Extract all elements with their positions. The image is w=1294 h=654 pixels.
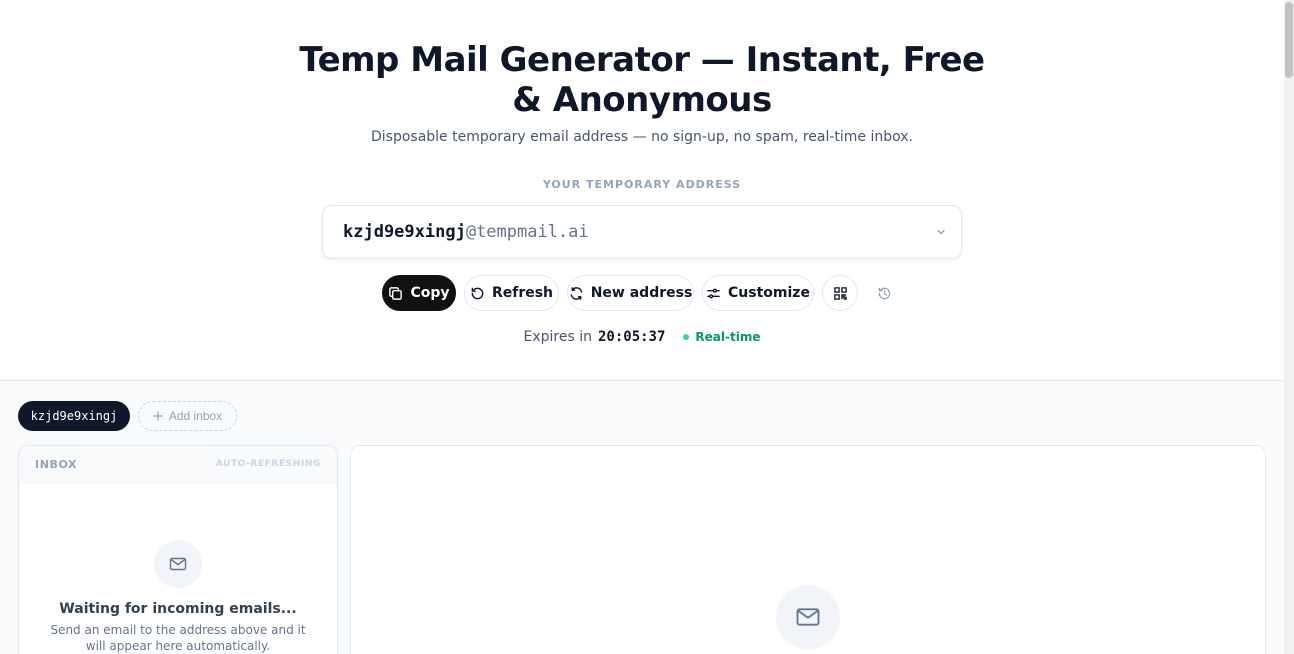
page-title: Temp Mail Generator — Instant, Free & An… <box>299 40 985 120</box>
refresh-button[interactable]: Refresh <box>464 275 559 311</box>
empty-inbox-hint: Send an email to the address above and i… <box>50 623 306 653</box>
customize-label: Customize <box>728 285 810 301</box>
inbox-panel: INBOX AUTO-REFRESHING Waiting for incomi… <box>18 445 338 654</box>
refresh-icon <box>471 287 484 299</box>
chevron-down-icon[interactable] <box>935 226 947 238</box>
new-address-button[interactable]: New address <box>567 275 694 311</box>
qr-code-icon <box>833 286 847 300</box>
hero-section: Temp Mail Generator — Instant, Free & An… <box>0 0 1284 381</box>
add-inbox-button[interactable]: Add inbox <box>138 401 237 431</box>
inbox-tab-active[interactable]: kzjd9e9xingj <box>18 401 130 431</box>
customize-icon <box>707 288 720 298</box>
copy-label: Copy <box>410 285 450 301</box>
copy-icon <box>389 286 403 300</box>
expiry-status: Expires in 20:05:37 Real-time <box>292 329 992 345</box>
inbox-title: INBOX <box>35 458 78 471</box>
scrollbar-thumb[interactable] <box>1285 2 1293 78</box>
new-address-icon <box>570 286 583 300</box>
expires-prefix: Expires in <box>523 329 592 345</box>
customize-button[interactable]: Customize <box>702 275 814 311</box>
empty-inbox-icon-wrap <box>154 540 202 588</box>
empty-inbox-title: Waiting for incoming emails... <box>59 601 297 617</box>
mail-icon <box>796 608 820 626</box>
address-domain: @tempmail.ai <box>465 222 589 242</box>
history-icon <box>878 287 890 299</box>
page-scrollbar[interactable] <box>1284 0 1294 654</box>
address-display[interactable]: kzjd9e9xingj@tempmail.ai <box>343 221 589 243</box>
auto-refresh-label: AUTO-REFRESHING <box>215 459 321 469</box>
address-label: YOUR TEMPORARY ADDRESS <box>542 178 742 191</box>
address-selector[interactable]: kzjd9e9xingj@tempmail.ai <box>322 205 962 259</box>
new-address-label: New address <box>590 285 693 301</box>
realtime-label: Real-time <box>695 330 761 344</box>
refresh-label: Refresh <box>491 285 554 301</box>
mail-icon <box>169 557 187 571</box>
message-reader-panel <box>350 445 1266 654</box>
address-user: kzjd9e9xingj <box>343 222 466 242</box>
add-inbox-label: Add inbox <box>168 409 223 423</box>
reader-icon-wrap <box>776 585 840 649</box>
qr-code-button[interactable] <box>822 275 858 311</box>
realtime-dot-icon <box>683 334 690 340</box>
plus-icon <box>153 411 163 421</box>
inbox-header: INBOX AUTO-REFRESHING <box>19 446 337 484</box>
history-button[interactable] <box>866 275 902 311</box>
expiry-timer: 20:05:37 <box>597 329 666 345</box>
page-subtitle: Disposable temporary email address — no … <box>370 129 914 145</box>
copy-button[interactable]: Copy <box>382 275 456 311</box>
